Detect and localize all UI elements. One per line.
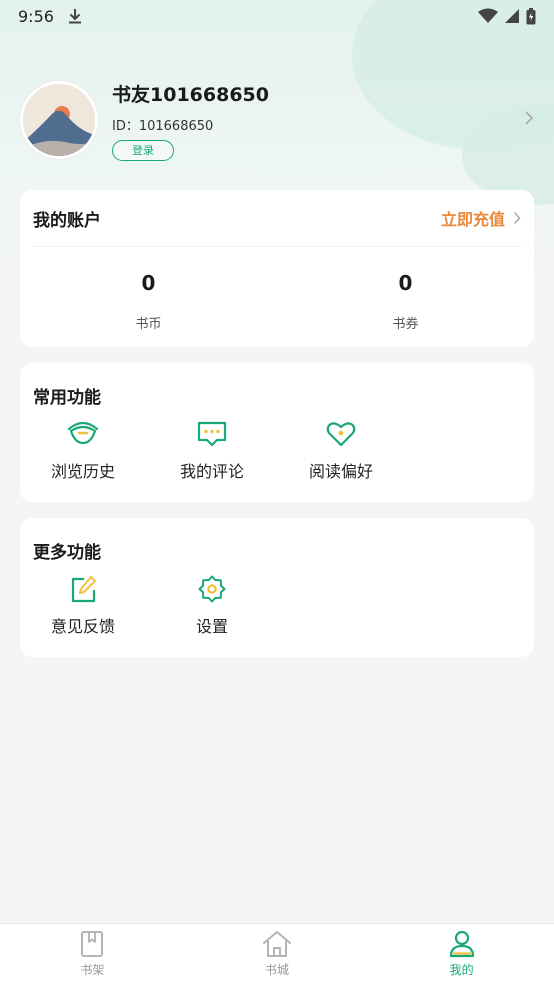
browse-history-label: 浏览历史: [50, 462, 115, 481]
heart-icon: [326, 422, 356, 447]
eye-icon: [67, 421, 99, 445]
chevron-right-icon: [513, 211, 521, 225]
signal-icon: [505, 9, 519, 23]
coin-value: 0: [141, 271, 156, 295]
my-comments-label: 我的评论: [179, 462, 244, 481]
home-icon: [262, 931, 291, 957]
voucher-label: 书券: [392, 317, 419, 332]
nav-label-bookstore: 书城: [264, 963, 289, 977]
edit-icon: [71, 576, 96, 603]
reading-preference-label: 阅读偏好: [308, 462, 373, 481]
browse-history-item[interactable]: 浏览历史: [28, 420, 138, 482]
account-card: 我的账户 立即充值 0 书币 0 书券: [20, 190, 534, 347]
voucher-value: 0: [398, 271, 413, 295]
profile-header[interactable]: 书友101668650 ID：101668650 登录: [20, 80, 534, 161]
common-functions-title: 常用功能: [33, 388, 101, 408]
download-icon: [68, 9, 81, 24]
login-button[interactable]: 登录: [112, 139, 174, 161]
username: 书友101668650: [112, 83, 269, 106]
profile-icon: [449, 930, 474, 958]
bookshelf-icon: [81, 931, 104, 957]
nav-label-bookshelf: 书架: [80, 963, 105, 977]
feedback-item[interactable]: 意见反馈: [28, 575, 138, 637]
coin-label: 书币: [135, 317, 162, 332]
status-bar: 9:56: [0, 0, 554, 32]
wifi-icon: [478, 8, 498, 23]
recharge-label: 立即充值: [440, 210, 505, 229]
nav-item-mine[interactable]: 我的: [369, 924, 554, 984]
avatar[interactable]: [20, 81, 98, 159]
common-functions-card: 常用功能 浏览历史 我的评论 阅读偏好: [20, 363, 534, 502]
reading-preference-item[interactable]: 阅读偏好: [286, 420, 396, 482]
nav-item-bookshelf[interactable]: 书架: [0, 924, 185, 984]
account-title: 我的账户: [33, 210, 101, 231]
gear-icon: [198, 575, 226, 603]
more-functions-title: 更多功能: [33, 543, 101, 563]
feedback-label: 意见反馈: [50, 617, 115, 636]
nav-label-mine: 我的: [449, 963, 474, 977]
coin-stat[interactable]: 0 书币: [20, 247, 277, 347]
my-comments-item[interactable]: 我的评论: [157, 420, 267, 482]
user-id: ID：101668650: [112, 118, 214, 134]
comment-icon: [197, 421, 227, 447]
voucher-stat[interactable]: 0 书券: [277, 247, 534, 347]
settings-label: 设置: [195, 617, 228, 636]
chevron-right-icon[interactable]: [524, 110, 534, 126]
battery-icon: [526, 7, 536, 24]
landscape-avatar-icon: [23, 84, 95, 156]
status-time: 9:56: [18, 6, 54, 26]
nav-item-bookstore[interactable]: 书城: [185, 924, 370, 984]
bottom-nav: 书架 书城 我的: [0, 923, 554, 984]
settings-item[interactable]: 设置: [157, 575, 267, 637]
recharge-button[interactable]: 立即充值: [441, 206, 521, 230]
more-functions-card: 更多功能 意见反馈 设置: [20, 518, 534, 657]
